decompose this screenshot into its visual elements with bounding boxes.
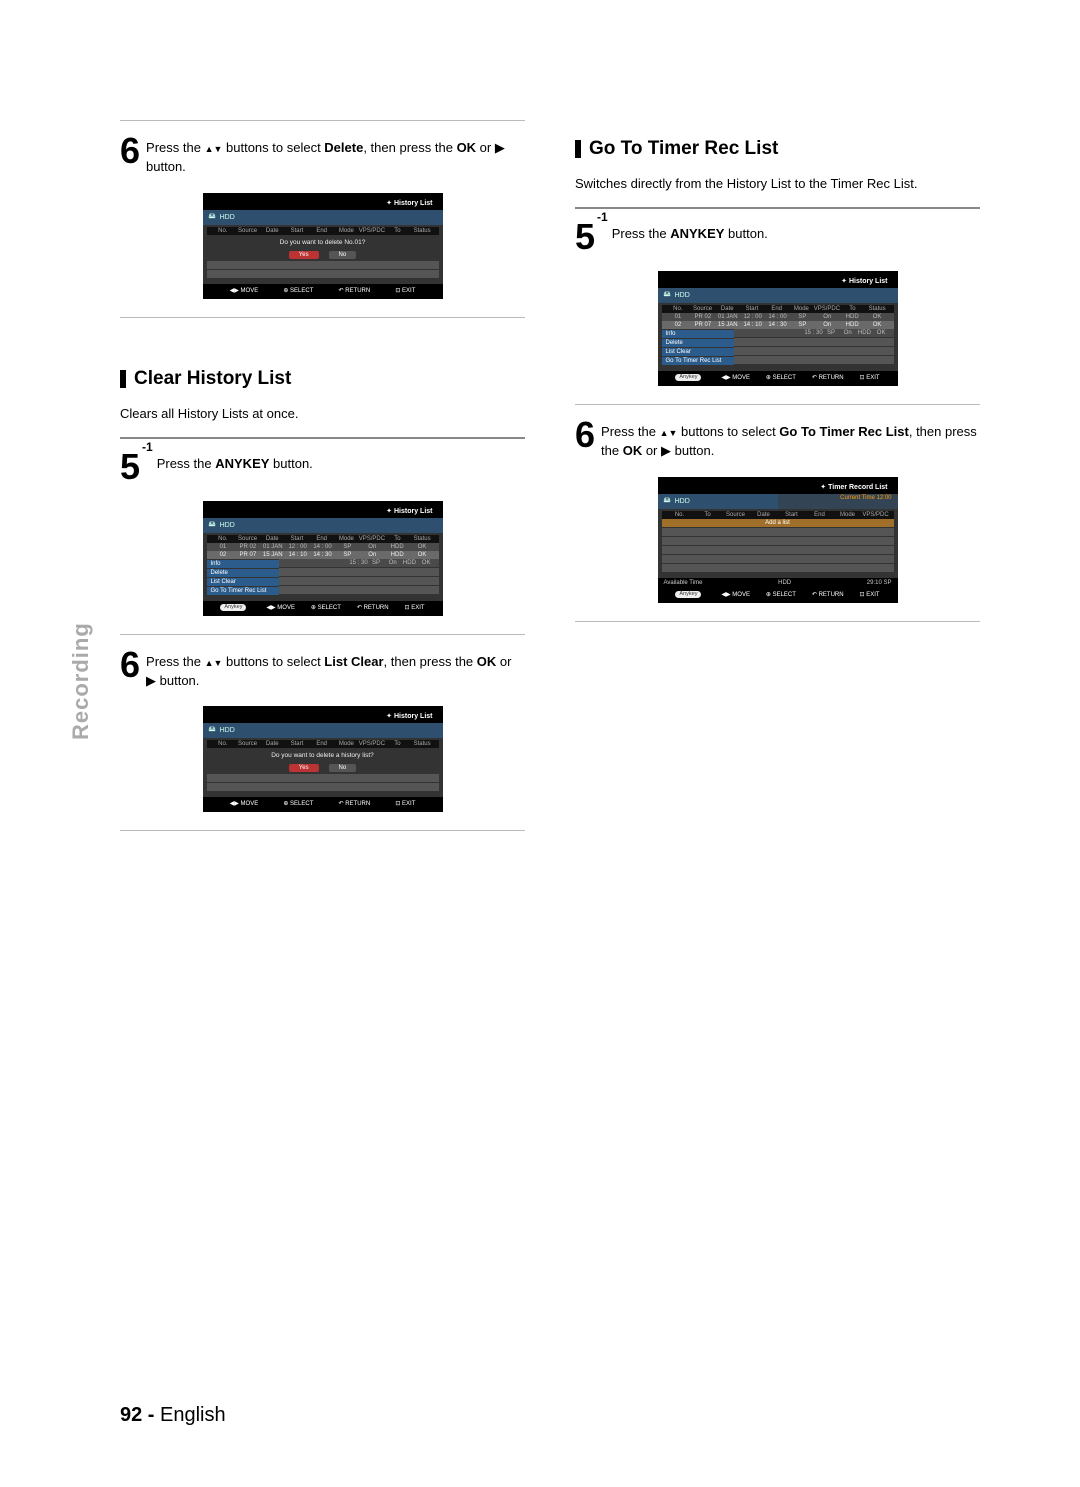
anykey-badge: Anykey	[675, 591, 701, 598]
hdd-icon: 🖴	[209, 520, 216, 531]
screenshot-anykey-menu-left: ✦History List 🖴HDD No.SourceDateStartEnd…	[203, 501, 443, 616]
menu-delete[interactable]: Delete	[207, 569, 279, 577]
hdd-icon: 🖴	[664, 496, 671, 507]
step-5-anykey-right: 5-1 Press the ANYKEY button.	[575, 219, 980, 255]
menu-list-clear[interactable]: List Clear	[207, 578, 279, 586]
left-column: 6 Press the ▲▼ buttons to select Delete,…	[120, 120, 525, 843]
menu-goto-timer[interactable]: Go To Timer Rec List	[207, 587, 279, 595]
step-6-goto: 6 Press the ▲▼ buttons to select Go To T…	[575, 417, 980, 461]
section-clear-history: Clear History List	[120, 368, 525, 390]
add-list-row[interactable]: Add a list	[662, 519, 894, 527]
section-description: Clears all History Lists at once.	[120, 406, 525, 421]
menu-info[interactable]: Info	[207, 560, 279, 568]
no-button[interactable]: No	[329, 251, 357, 259]
page-content: 6 Press the ▲▼ buttons to select Delete,…	[0, 0, 1080, 883]
no-button[interactable]: No	[329, 764, 357, 772]
screenshot-clear-confirm: ✦History List 🖴HDD No.SourceDateStartEnd…	[203, 706, 443, 812]
step-5-anykey-left: 5-1 Press the ANYKEY button.	[120, 449, 525, 485]
anykey-badge: Anykey	[675, 374, 701, 381]
step-6-listclear: 6 Press the ▲▼ buttons to select List Cl…	[120, 647, 525, 691]
screenshot-timer-record-list: ✦Timer Record List 🖴HDD Current Time 12:…	[658, 477, 898, 603]
step-6-delete: 6 Press the ▲▼ buttons to select Delete,…	[120, 133, 525, 177]
current-time: Current Time 12:00	[778, 494, 898, 509]
screenshot-anykey-menu-right: ✦History List 🖴HDD No.SourceDateStartEnd…	[658, 271, 898, 386]
menu-list-clear[interactable]: List Clear	[662, 348, 734, 356]
page-language: English	[160, 1404, 226, 1426]
hdd-icon: 🖴	[209, 212, 216, 223]
available-time-label: Available Time	[664, 580, 703, 586]
up-down-icon: ▲▼	[205, 658, 223, 668]
hdd-icon: 🖴	[209, 725, 216, 736]
section-description: Switches directly from the History List …	[575, 176, 980, 191]
side-chapter-tab: Recording	[68, 622, 94, 740]
menu-goto-timer[interactable]: Go To Timer Rec List	[662, 357, 734, 365]
yes-button[interactable]: Yes	[289, 764, 319, 772]
step-number: 6	[120, 133, 140, 169]
up-down-icon: ▲▼	[205, 144, 223, 154]
menu-delete[interactable]: Delete	[662, 339, 734, 347]
yes-button[interactable]: Yes	[289, 251, 319, 259]
up-down-icon: ▲▼	[660, 428, 678, 438]
hdd-icon: 🖴	[664, 290, 671, 301]
page-number: 92 -	[120, 1404, 154, 1426]
right-column: Go To Timer Rec List Switches directly f…	[575, 120, 980, 843]
anykey-badge: Anykey	[220, 604, 246, 611]
page-footer: 92 - English	[120, 1404, 226, 1427]
section-goto-timer: Go To Timer Rec List	[575, 138, 980, 160]
screenshot-delete-confirm: ✦History List 🖴HDD No.SourceDateStartEnd…	[203, 193, 443, 299]
menu-info[interactable]: Info	[662, 330, 734, 338]
